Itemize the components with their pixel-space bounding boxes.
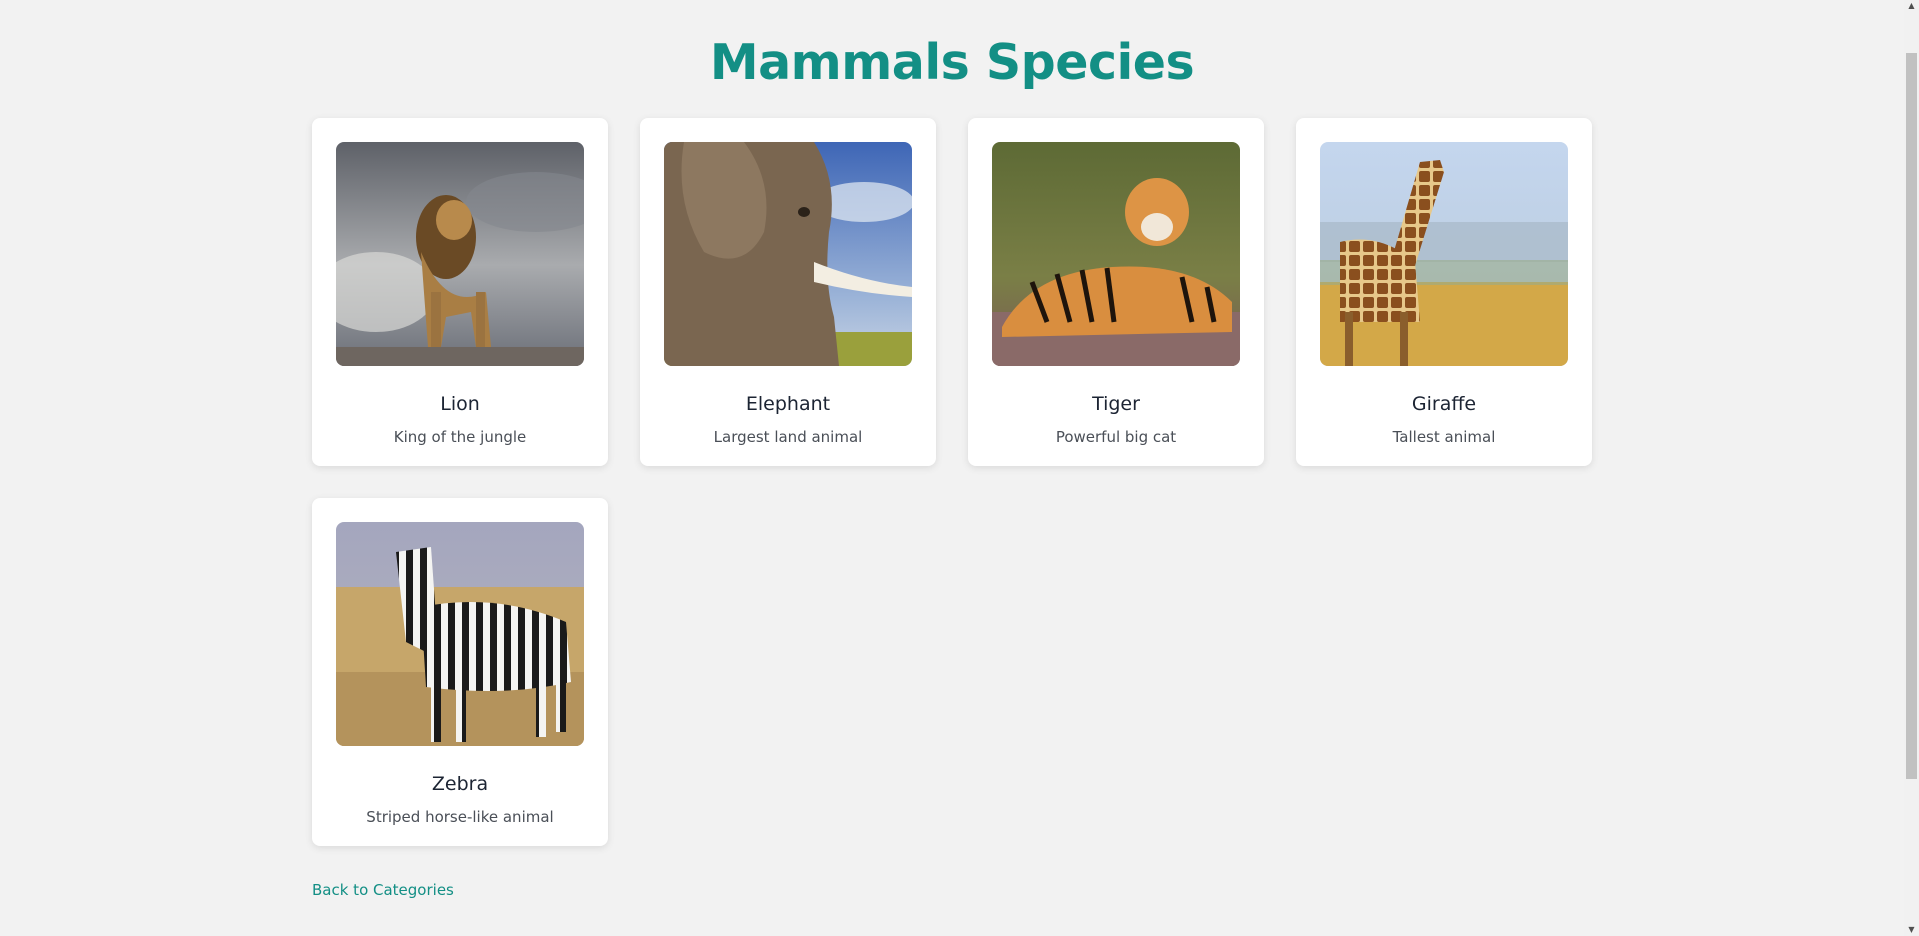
species-card-lion[interactable]: Lion King of the jungle [312, 118, 608, 466]
giraffe-image [1320, 142, 1568, 366]
card-description: Powerful big cat [1055, 428, 1177, 446]
card-name: Giraffe [1411, 393, 1477, 415]
scroll-up-arrow-icon[interactable]: ▲ [1906, 0, 1917, 12]
page-title: Mammals Species [709, 34, 1195, 91]
card-name: Zebra [431, 773, 489, 795]
card-name: Elephant [745, 393, 831, 415]
card-description: Striped horse-like animal [366, 808, 554, 826]
elephant-image [664, 142, 912, 366]
card-name: Tiger [1092, 393, 1140, 415]
scroll-down-arrow-icon[interactable]: ▼ [1906, 924, 1917, 936]
card-name: Lion [440, 393, 480, 415]
page: Mammals Species Lion King of the jungle … [0, 0, 1919, 936]
back-to-categories-link[interactable]: Back to Categories [312, 880, 454, 900]
card-description: Largest land animal [713, 428, 863, 446]
species-card-tiger[interactable]: Tiger Powerful big cat [968, 118, 1264, 466]
tiger-image [992, 142, 1240, 366]
card-description: King of the jungle [393, 428, 527, 446]
scrollbar-thumb[interactable] [1906, 53, 1917, 779]
lion-image [336, 142, 584, 366]
species-card-elephant[interactable]: Elephant Largest land animal [640, 118, 936, 466]
species-card-giraffe[interactable]: Giraffe Tallest animal [1296, 118, 1592, 466]
card-description: Tallest animal [1392, 428, 1496, 446]
species-card-zebra[interactable]: Zebra Striped horse-like animal [312, 498, 608, 846]
zebra-image [336, 522, 584, 746]
